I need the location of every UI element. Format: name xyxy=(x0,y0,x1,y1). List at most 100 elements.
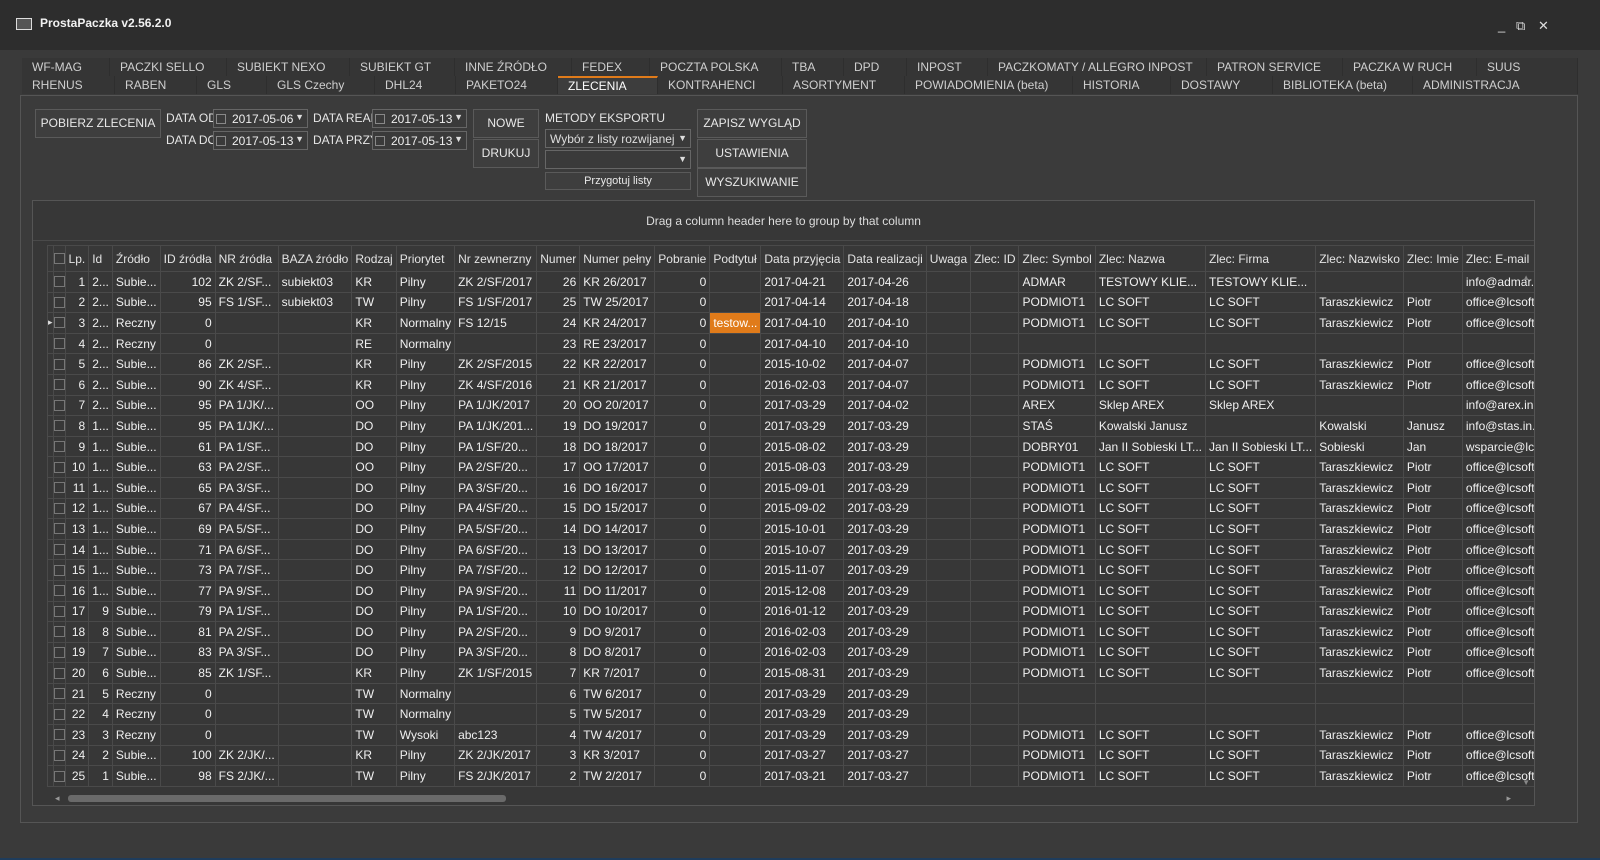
column-header[interactable]: Id xyxy=(88,245,113,272)
table-cell[interactable]: Taraszkiewicz xyxy=(1315,744,1404,767)
table-cell[interactable]: 61 xyxy=(159,435,216,458)
table-cell[interactable] xyxy=(925,394,972,417)
table-cell[interactable]: PA 2/SF/20... xyxy=(454,456,538,478)
table-cell[interactable]: TW xyxy=(351,724,397,746)
column-header[interactable]: Zlec: Nazwisko xyxy=(1315,245,1404,272)
table-cell[interactable]: 0 xyxy=(654,518,711,540)
table-cell[interactable]: 23 xyxy=(536,332,581,355)
table-row[interactable]: 4 2... Reczny 0 RE Normalny 23 RE 23/2017 0 2017-… xyxy=(47,332,1534,355)
table-cell[interactable]: 2017-03-21 xyxy=(760,765,845,787)
column-header[interactable]: Data przyjęcia xyxy=(760,245,845,272)
table-cell[interactable]: AREX xyxy=(1018,394,1096,417)
table-cell[interactable]: 2017-03-29 xyxy=(760,394,845,417)
table-cell[interactable]: Piotr xyxy=(1402,641,1463,664)
table-cell[interactable] xyxy=(1205,332,1317,355)
table-cell[interactable] xyxy=(970,415,1020,437)
table-cell[interactable]: Taraszkiewicz xyxy=(1315,579,1404,602)
table-cell[interactable] xyxy=(214,332,279,355)
table-cell[interactable]: 95 xyxy=(159,291,216,314)
table-cell[interactable]: DO xyxy=(351,476,397,499)
table-cell[interactable] xyxy=(709,497,762,520)
table-cell[interactable] xyxy=(925,559,972,581)
table-cell[interactable]: 69 xyxy=(159,518,216,540)
table-cell[interactable]: 0 xyxy=(654,415,711,437)
table-cell[interactable]: TESTOWY KLIE... xyxy=(1205,271,1317,293)
table-cell[interactable]: 2017-04-10 xyxy=(760,312,845,334)
table-cell[interactable]: office@lcsoft... xyxy=(1461,291,1534,314)
table-cell[interactable] xyxy=(970,271,1020,293)
table-cell[interactable]: 0 xyxy=(654,641,711,664)
table-cell[interactable]: KR xyxy=(351,353,397,375)
table-cell[interactable]: 0 xyxy=(654,476,711,499)
tab-powiadomienia-beta[interactable]: POWIADOMIENIA (beta) xyxy=(905,76,1073,94)
table-cell[interactable]: 5 xyxy=(536,703,581,726)
table-cell[interactable]: ZK 4/SF... xyxy=(214,373,279,396)
table-cell[interactable]: Pilny xyxy=(395,271,456,293)
table-cell[interactable]: LC SOFT xyxy=(1205,456,1317,478)
table-cell[interactable]: 25 xyxy=(64,765,90,787)
table-cell[interactable] xyxy=(709,621,762,643)
table-cell[interactable]: Pilny xyxy=(395,662,456,684)
table-cell[interactable] xyxy=(1402,332,1463,355)
table-cell[interactable] xyxy=(970,559,1020,581)
table-cell[interactable] xyxy=(970,621,1020,643)
table-row[interactable]: 7 2... Subie... 95 PA 1/JK/... OO Pilny PA 1/JK… xyxy=(47,394,1534,417)
table-cell[interactable]: 2017-03-29 xyxy=(843,662,927,684)
tab-tba[interactable]: TBA xyxy=(782,58,844,76)
table-cell[interactable] xyxy=(709,662,762,684)
table-cell[interactable]: DO 18/2017 xyxy=(579,435,656,458)
table-cell[interactable]: Piotr xyxy=(1402,373,1463,396)
table-cell[interactable]: PODMIOT1 xyxy=(1018,353,1096,375)
table-cell[interactable]: testow... xyxy=(709,312,762,334)
table-cell[interactable]: 9 xyxy=(536,621,581,643)
table-cell[interactable] xyxy=(277,559,353,581)
table-cell[interactable]: DO xyxy=(351,559,397,581)
table-cell[interactable]: 73 xyxy=(159,559,216,581)
table-cell[interactable]: 18 xyxy=(64,621,90,643)
table-cell[interactable]: DO 19/2017 xyxy=(579,415,656,437)
table-cell[interactable]: PODMIOT1 xyxy=(1018,559,1096,581)
table-cell[interactable]: Subie... xyxy=(111,271,161,293)
table-cell[interactable] xyxy=(277,703,353,726)
table-cell[interactable]: Subie... xyxy=(111,744,161,767)
table-cell[interactable]: Piotr xyxy=(1402,497,1463,520)
table-cell[interactable]: 0 xyxy=(654,312,711,334)
search-button[interactable]: WYSZUKIWANIE xyxy=(697,168,807,197)
table-row[interactable]: 22 4 Reczny 0 TW Normalny 5 TW 5/2017 0 2017-03-2… xyxy=(47,703,1534,726)
table-cell[interactable] xyxy=(277,682,353,705)
table-cell[interactable] xyxy=(970,353,1020,375)
table-cell[interactable] xyxy=(709,579,762,602)
table-cell[interactable]: Piotr xyxy=(1402,559,1463,581)
table-cell[interactable]: office@lcsoft... xyxy=(1461,662,1534,684)
table-cell[interactable]: Sklep AREX xyxy=(1205,394,1317,417)
table-cell[interactable]: KR xyxy=(351,662,397,684)
table-cell[interactable]: 1... xyxy=(88,538,113,561)
row-checkbox[interactable] xyxy=(52,662,66,684)
date-from-checkbox[interactable] xyxy=(216,114,226,124)
table-cell[interactable]: 63 xyxy=(159,456,216,478)
table-cell[interactable]: PODMIOT1 xyxy=(1018,312,1096,334)
table-cell[interactable]: office@lcsoft... xyxy=(1461,600,1534,623)
table-cell[interactable]: Sobieski xyxy=(1315,435,1404,458)
table-cell[interactable]: ZK 2/SF/2017 xyxy=(454,271,538,293)
table-cell[interactable]: PA 7/SF... xyxy=(214,559,279,581)
table-cell[interactable]: 1 xyxy=(64,271,90,293)
table-cell[interactable]: 25 xyxy=(536,291,581,314)
table-cell[interactable]: office@lcsoft... xyxy=(1461,456,1534,478)
group-by-hint[interactable]: Drag a column header here to group by th… xyxy=(33,201,1534,241)
table-cell[interactable] xyxy=(970,600,1020,623)
table-cell[interactable]: LC SOFT xyxy=(1205,765,1317,787)
save-layout-button[interactable]: ZAPISZ WYGLĄD xyxy=(697,109,807,138)
tab-suus[interactable]: SUUS xyxy=(1477,58,1578,76)
table-cell[interactable]: KR 26/2017 xyxy=(579,271,656,293)
table-cell[interactable]: 2015-12-08 xyxy=(760,579,845,602)
table-cell[interactable]: PA 1/JK/201... xyxy=(454,415,538,437)
table-cell[interactable]: Reczny xyxy=(111,682,161,705)
table-cell[interactable] xyxy=(925,271,972,293)
row-checkbox[interactable] xyxy=(52,456,66,478)
column-header[interactable]: Zlec: E-mail xyxy=(1461,245,1534,272)
table-cell[interactable] xyxy=(709,332,762,355)
row-checkbox[interactable] xyxy=(52,497,66,520)
table-cell[interactable] xyxy=(970,497,1020,520)
table-cell[interactable]: subiekt03 xyxy=(277,291,353,314)
